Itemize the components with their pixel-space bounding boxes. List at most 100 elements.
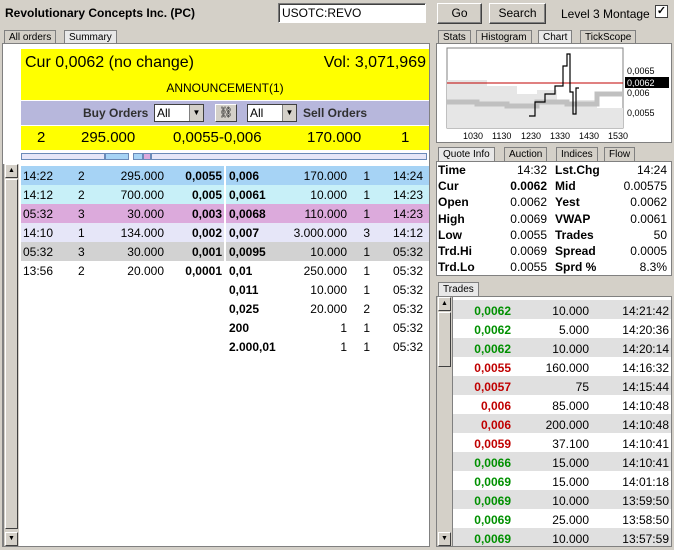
- level3-montage-checkbox[interactable]: ✓: [655, 5, 668, 18]
- sell-order-row[interactable]: 0,0061 10.000 1 14:23: [226, 185, 429, 204]
- buy-order-size: 700.000: [120, 188, 164, 202]
- sell-order-row[interactable]: 0,0068 110.000 1 14:23: [226, 204, 429, 223]
- buy-order-row[interactable]: 14:12 2 700.000 0,005: [21, 185, 224, 204]
- buy-order-row[interactable]: 14:22 2 295.000 0,0055: [21, 166, 224, 185]
- tab-flow[interactable]: Flow: [604, 147, 636, 161]
- tab-chart[interactable]: Chart: [538, 30, 573, 44]
- buy-order-row[interactable]: 05:32 3 30.000 0,003: [21, 204, 224, 223]
- tab-summary[interactable]: Summary: [64, 30, 117, 44]
- announcement-link[interactable]: ANNOUNCEMENT(1): [21, 81, 429, 95]
- buy-order-row[interactable]: 13:56 2 20.000 0,0001: [21, 261, 224, 280]
- quote-label: Mid: [555, 179, 576, 194]
- trade-price: 0,0062: [474, 323, 511, 337]
- sell-order-price: 200: [229, 321, 250, 335]
- sell-order-size: 10.000: [310, 245, 347, 259]
- sell-order-row[interactable]: 0,006 170.000 1 14:24: [226, 166, 429, 185]
- scroll-up-icon[interactable]: ▲: [5, 164, 18, 178]
- tab-indices[interactable]: Indices: [556, 147, 598, 161]
- order-book-panel: Cur 0,0062 (no change) Vol: 3,071,969 AN…: [2, 43, 430, 547]
- symbol-input[interactable]: [278, 3, 426, 23]
- scroll-thumb[interactable]: [438, 312, 451, 367]
- trade-row[interactable]: 0,0057 75 14:15:44: [453, 376, 671, 395]
- search-button[interactable]: Search: [489, 3, 546, 24]
- trades-scrollbar[interactable]: ▲ ▼: [437, 297, 453, 546]
- trade-price: 0,0069: [474, 513, 511, 527]
- buy-order-row[interactable]: 14:10 1 134.000 0,002: [21, 223, 224, 242]
- sell-order-size: 1: [340, 321, 347, 335]
- trade-row[interactable]: 0,0069 10.000 13:57:59: [453, 528, 671, 546]
- tab-quote-info[interactable]: Quote Info: [438, 147, 495, 161]
- chevron-down-icon[interactable]: ▼: [282, 105, 296, 121]
- quote-row: Open 0.0062 Yest 0.0062: [437, 194, 671, 210]
- sell-order-row[interactable]: 200 1 1 05:32: [226, 318, 429, 337]
- sell-filter-select[interactable]: All ▼: [247, 104, 297, 122]
- quote-value: 0.0055: [510, 260, 547, 275]
- trade-row[interactable]: 0,006 200.000 14:10:48: [453, 414, 671, 433]
- trade-price: 0,0069: [474, 532, 511, 546]
- tab-trades[interactable]: Trades: [438, 282, 479, 296]
- trade-row[interactable]: 0,0069 25.000 13:58:50: [453, 509, 671, 528]
- sell-orders-table: 0,006 170.000 1 14:24 0,0061 10.000 1 14:23 0,00…: [226, 166, 429, 356]
- scroll-down-icon[interactable]: ▼: [5, 532, 18, 546]
- tab-all-orders[interactable]: All orders: [4, 30, 57, 44]
- trade-row[interactable]: 0,0069 15.000 14:01:18: [453, 471, 671, 490]
- buy-order-count: 2: [78, 169, 85, 183]
- buy-order-price: 0,0055: [185, 169, 222, 183]
- trade-row[interactable]: 0,0062 10.000 14:20:14: [453, 338, 671, 357]
- trade-size: 200.000: [545, 418, 589, 432]
- buy-order-row[interactable]: 05:32 3 30.000 0,001: [21, 242, 224, 261]
- quote-value: 0.00575: [623, 179, 667, 194]
- sell-order-size: 20.000: [310, 302, 347, 316]
- sell-order-row[interactable]: 0,011 10.000 1 05:32: [226, 280, 429, 299]
- sell-order-row[interactable]: 0,007 3.000.000 3 14:12: [226, 223, 429, 242]
- buy-filter-select[interactable]: All ▼: [154, 104, 204, 122]
- best-bid-ask-row: 2 295.000 0,0055 -0,006 170.000 1: [21, 126, 429, 150]
- trade-row[interactable]: 0,0062 10.000 14:21:42: [453, 300, 671, 319]
- sell-order-time: 14:23: [392, 188, 423, 202]
- tab-tickscope[interactable]: TickScope: [580, 30, 637, 44]
- sell-order-size: 110.000: [304, 207, 348, 221]
- chart-y-label-0: 0,0065: [627, 66, 655, 76]
- quote-label: Trd.Lo: [438, 260, 475, 275]
- sell-order-row[interactable]: 0,01 250.000 1 05:32: [226, 261, 429, 280]
- depth-bar-sell: [151, 153, 427, 160]
- buy-order-count: 2: [78, 188, 85, 202]
- chart-x-label-0: 1030: [463, 131, 483, 141]
- quote-row: Cur 0.0062 Mid 0.00575: [437, 178, 671, 194]
- sell-order-row[interactable]: 0,0095 10.000 1 05:32: [226, 242, 429, 261]
- buy-price: 0,0055: [173, 129, 219, 146]
- trade-row[interactable]: 0,0069 10.000 13:59:50: [453, 490, 671, 509]
- quote-label: High: [438, 211, 465, 226]
- depth-bar-sell-best: [133, 153, 143, 160]
- quote-label: Yest: [555, 195, 580, 210]
- buy-order-price: 0,0001: [185, 264, 222, 278]
- scroll-up-icon[interactable]: ▲: [438, 297, 451, 311]
- buy-order-price: 0,003: [191, 207, 222, 221]
- tab-stats[interactable]: Stats: [438, 30, 471, 44]
- go-button[interactable]: Go: [437, 3, 482, 24]
- link-icon[interactable]: ⛓: [215, 104, 237, 122]
- scroll-down-icon[interactable]: ▼: [438, 532, 451, 546]
- sell-order-row[interactable]: 2.000,01 1 1 05:32: [226, 337, 429, 356]
- trade-price: 0,0066: [474, 456, 511, 470]
- quote-label: Low: [438, 227, 462, 242]
- trade-row[interactable]: 0,0066 15.000 14:10:41: [453, 452, 671, 471]
- sell-order-count: 1: [363, 188, 370, 202]
- trade-row[interactable]: 0,0062 5.000 14:20:36: [453, 319, 671, 338]
- scroll-thumb[interactable]: [5, 179, 18, 529]
- chart-x-label-4: 1430: [579, 131, 599, 141]
- sell-order-row[interactable]: 0,025 20.000 2 05:32: [226, 299, 429, 318]
- trade-row[interactable]: 0,0059 37.100 14:10:41: [453, 433, 671, 452]
- chevron-down-icon[interactable]: ▼: [189, 105, 203, 121]
- top-bar: Revolutionary Concepts Inc. (PC) Go Sear…: [0, 0, 674, 28]
- trade-size: 5.000: [558, 323, 589, 337]
- tab-histogram[interactable]: Histogram: [476, 30, 532, 44]
- trade-row[interactable]: 0,006 85.000 14:10:48: [453, 395, 671, 414]
- tab-auction[interactable]: Auction: [504, 147, 548, 161]
- trade-row[interactable]: 0,0055 160.000 14:16:32: [453, 357, 671, 376]
- order-book-scrollbar[interactable]: ▲ ▼: [3, 164, 19, 546]
- buy-order-count: 1: [78, 226, 85, 240]
- trade-price: 0,0055: [474, 361, 511, 375]
- quote-label: Trd.Hi: [438, 243, 473, 258]
- quote-label: Sprd %: [555, 260, 597, 275]
